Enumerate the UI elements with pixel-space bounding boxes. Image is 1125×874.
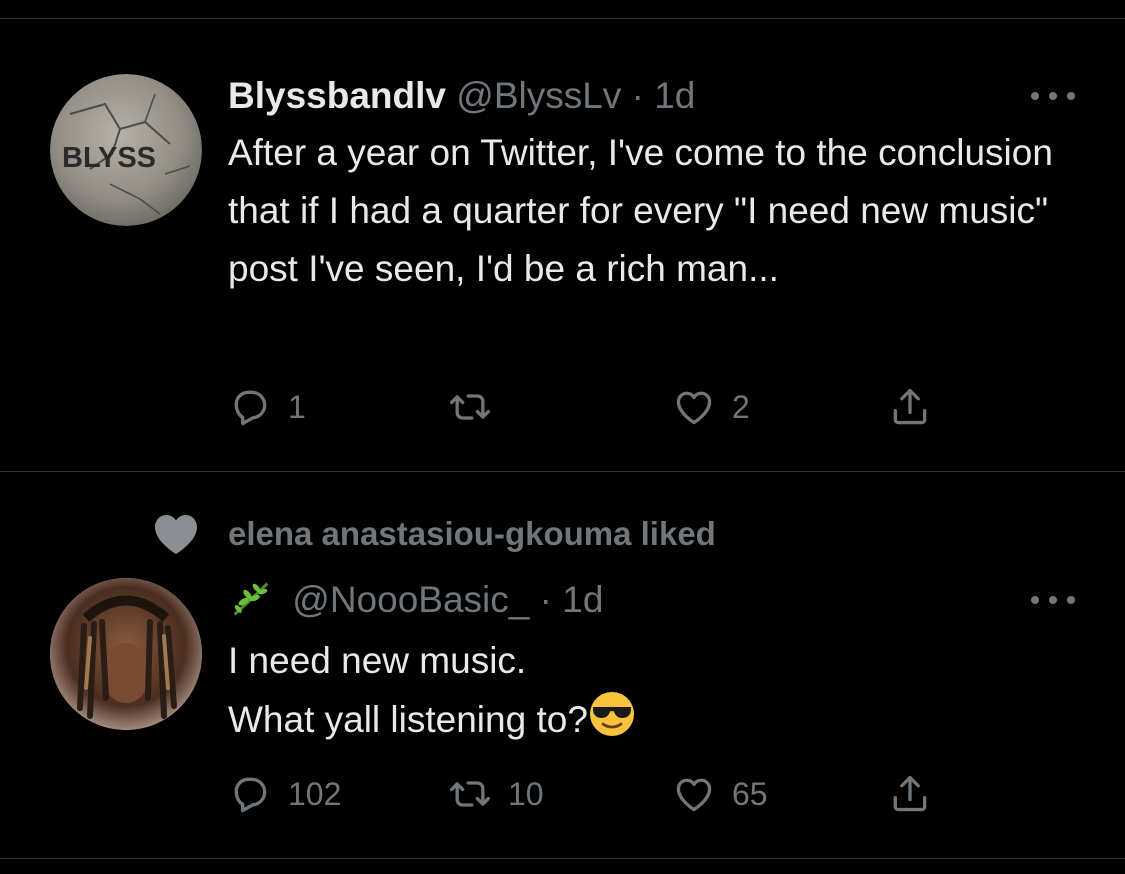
tweet-header: Blyssbandlv @BlyssLv · 1d — [228, 74, 695, 118]
retweet-button[interactable] — [448, 383, 508, 431]
more-options-icon[interactable] — [1031, 86, 1075, 106]
reply-button[interactable]: 1 — [228, 383, 306, 431]
bottom-divider — [0, 858, 1125, 859]
separator: · — [529, 579, 563, 620]
tweet[interactable]: @NoooBasic_ · 1d I need new music. What … — [0, 472, 1125, 874]
herb-emoji-icon — [228, 578, 274, 628]
retweet-icon — [450, 394, 490, 420]
retweet-count: 10 — [508, 775, 544, 812]
reply-count: 1 — [288, 388, 306, 425]
separator: · — [621, 75, 655, 116]
share-icon — [893, 388, 927, 425]
tweet-text-line: I need new music. — [228, 640, 527, 681]
avatar[interactable]: BLYSS — [50, 74, 202, 226]
retweet-icon — [450, 781, 490, 807]
tweet-actions: 1 2 — [228, 383, 948, 431]
smiling-face-with-sunglasses-icon — [588, 690, 636, 755]
share-icon — [893, 775, 927, 812]
tweet[interactable]: BLYSS Blyssbandlv @BlyssLv · 1d After a … — [0, 0, 1125, 470]
share-button[interactable] — [888, 383, 932, 431]
tweet-text: I need new music. What yall listening to… — [228, 632, 1098, 755]
tweet-text: After a year on Twitter, I've come to th… — [228, 132, 1053, 289]
display-name[interactable]: Blyssbandlv — [228, 75, 446, 116]
reply-icon — [234, 390, 267, 426]
like-count: 65 — [732, 775, 768, 812]
tweet-text-line-content: What yall listening to? — [228, 699, 588, 740]
retweet-button[interactable]: 10 — [448, 770, 544, 818]
heart-icon — [676, 778, 712, 812]
tweet-header: @NoooBasic_ · 1d — [228, 578, 603, 628]
tweet-actions: 102 10 65 — [228, 770, 948, 818]
handle[interactable]: @BlyssLv — [456, 75, 621, 116]
reply-button[interactable]: 102 — [228, 770, 341, 818]
tweet-text-line: What yall listening to? — [228, 690, 1098, 755]
like-count: 2 — [732, 388, 750, 425]
more-options-icon[interactable] — [1031, 590, 1075, 610]
reply-count: 102 — [288, 775, 342, 812]
reply-icon — [234, 777, 267, 813]
heart-icon — [676, 391, 712, 425]
like-button[interactable]: 2 — [672, 383, 750, 431]
like-button[interactable]: 65 — [672, 770, 768, 818]
timestamp[interactable]: 1d — [562, 579, 603, 620]
handle[interactable]: @NoooBasic_ — [292, 579, 529, 620]
avatar[interactable] — [50, 578, 202, 730]
timestamp[interactable]: 1d — [654, 75, 695, 116]
share-button[interactable] — [888, 770, 932, 818]
avatar-logo-text: BLYSS — [62, 142, 156, 174]
